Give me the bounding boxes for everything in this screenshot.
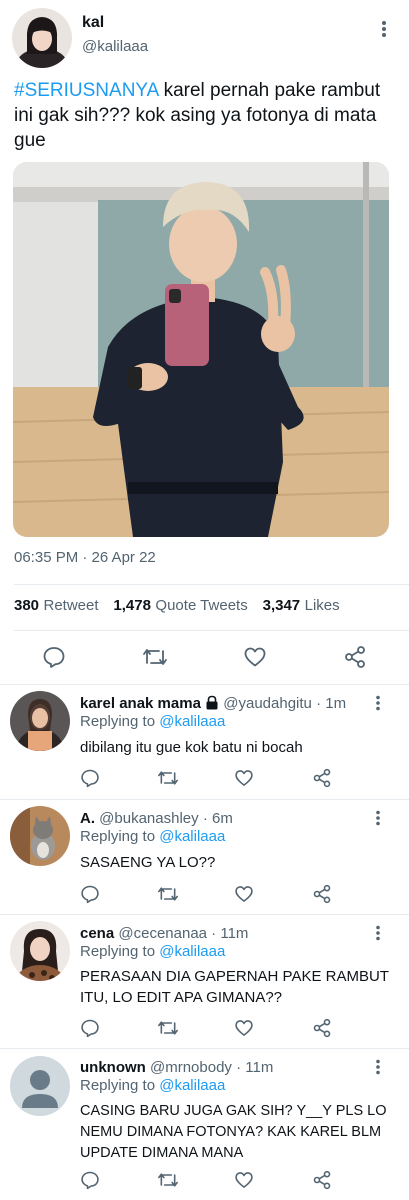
reply-author-name[interactable]: cena [80, 925, 114, 942]
more-vertical-icon[interactable] [375, 810, 381, 826]
reply-avatar[interactable] [10, 806, 70, 866]
replying-to-label: Replying to [80, 943, 156, 960]
more-vertical-icon[interactable] [381, 20, 387, 38]
reply-header: karel anak mama @yaudahgitu · 1m [80, 695, 346, 712]
likes-label[interactable]: Likes [305, 597, 340, 614]
quotes-count[interactable]: 1,478 [113, 597, 151, 614]
reply-header: unknown @mrnobody · 11m [80, 1059, 273, 1076]
like-icon[interactable] [234, 1018, 254, 1038]
retweets-count[interactable]: 380 [14, 597, 39, 614]
replying-to-label: Replying to [80, 828, 156, 845]
lock-icon [205, 695, 219, 710]
reply-time-value[interactable]: 11m [220, 925, 248, 942]
divider [14, 584, 409, 585]
retweets-label[interactable]: Retweet [43, 597, 98, 614]
replying-to-handle[interactable]: @kalilaaa [159, 943, 225, 960]
reply-time: · 6m [202, 810, 233, 827]
tweet-text: #SERIUSNANYA karel pernah pake rambut in… [14, 78, 394, 153]
retweet-icon[interactable] [142, 645, 168, 669]
reply-author-name[interactable]: A. [80, 810, 95, 827]
reply-author-handle[interactable]: @mrnobody [150, 1059, 232, 1076]
replying-to-handle[interactable]: @kalilaaa [159, 713, 225, 730]
divider [0, 1048, 409, 1049]
tweet-photo[interactable] [13, 162, 389, 537]
replying-to: Replying to @kalilaaa [80, 828, 225, 845]
quotes-label[interactable]: Quote Tweets [155, 597, 247, 614]
hashtag-link[interactable]: #SERIUSNANYA [14, 80, 158, 101]
tweet-stats: 380 Retweet 1,478 Quote Tweets 3,347 Lik… [14, 597, 340, 615]
reply-avatar[interactable] [10, 921, 70, 981]
reply-avatar[interactable] [10, 1056, 70, 1116]
share-icon[interactable] [312, 1170, 332, 1190]
reply-text: PERASAAN DIA GAPERNAH PAKE RAMBUT ITU, L… [80, 968, 389, 1006]
reply-author-handle[interactable]: @cecenanaa [118, 925, 207, 942]
retweet-icon[interactable] [157, 768, 179, 788]
reply-text: CASING BARU JUGA GAK SIH? Y__Y PLS LO NE… [80, 1103, 387, 1161]
reply-time: · 1m [316, 695, 347, 712]
likes-count[interactable]: 3,347 [263, 597, 301, 614]
share-icon[interactable] [312, 768, 332, 788]
replying-to: Replying to @kalilaaa [80, 943, 225, 960]
reply-header: A. @bukanashley · 6m [80, 810, 233, 827]
replying-to-handle[interactable]: @kalilaaa [159, 1077, 225, 1094]
like-icon[interactable] [234, 1170, 254, 1190]
share-icon[interactable] [343, 645, 367, 669]
more-vertical-icon[interactable] [375, 1059, 381, 1075]
retweet-icon[interactable] [157, 884, 179, 904]
reply-avatar[interactable] [10, 691, 70, 751]
divider [14, 630, 409, 631]
divider [0, 684, 409, 685]
tweet-timestamp[interactable]: 06:35 PM · 26 Apr 22 [14, 549, 156, 566]
author-avatar[interactable] [12, 8, 72, 68]
reply-time: · 11m [236, 1059, 274, 1076]
reply-author-handle[interactable]: @yaudahgitu [223, 695, 312, 712]
reply-time-value[interactable]: 1m [325, 695, 346, 712]
share-icon[interactable] [312, 884, 332, 904]
replying-to-handle[interactable]: @kalilaaa [159, 828, 225, 845]
like-icon[interactable] [234, 768, 254, 788]
divider [0, 914, 409, 915]
reply-icon[interactable] [80, 768, 100, 788]
divider [0, 799, 409, 800]
more-vertical-icon[interactable] [375, 925, 381, 941]
reply-author-handle[interactable]: @bukanashley [99, 810, 198, 827]
reply-icon[interactable] [80, 884, 100, 904]
more-vertical-icon[interactable] [375, 695, 381, 711]
reply-icon[interactable] [42, 645, 66, 669]
reply-icon[interactable] [80, 1018, 100, 1038]
reply-text: dibilang itu gue kok batu ni bocah [80, 739, 303, 756]
reply-author-name[interactable]: karel anak mama [80, 695, 201, 712]
reply-text: SASAENG YA LO?? [80, 854, 216, 871]
author-name[interactable]: kal [82, 14, 104, 32]
like-icon[interactable] [234, 884, 254, 904]
reply-time: · 11m [211, 925, 249, 942]
reply-header: cena @cecenanaa · 11m [80, 925, 248, 942]
share-icon[interactable] [312, 1018, 332, 1038]
reply-time-value[interactable]: 6m [212, 810, 233, 827]
replying-to-label: Replying to [80, 713, 156, 730]
author-handle[interactable]: @kalilaaa [82, 38, 148, 55]
replying-to: Replying to @kalilaaa [80, 713, 225, 730]
retweet-icon[interactable] [157, 1170, 179, 1190]
replying-to: Replying to @kalilaaa [80, 1077, 225, 1094]
reply-time-value[interactable]: 11m [245, 1059, 273, 1076]
reply-author-name[interactable]: unknown [80, 1059, 146, 1076]
retweet-icon[interactable] [157, 1018, 179, 1038]
like-icon[interactable] [243, 645, 267, 669]
reply-icon[interactable] [80, 1170, 100, 1190]
replying-to-label: Replying to [80, 1077, 156, 1094]
